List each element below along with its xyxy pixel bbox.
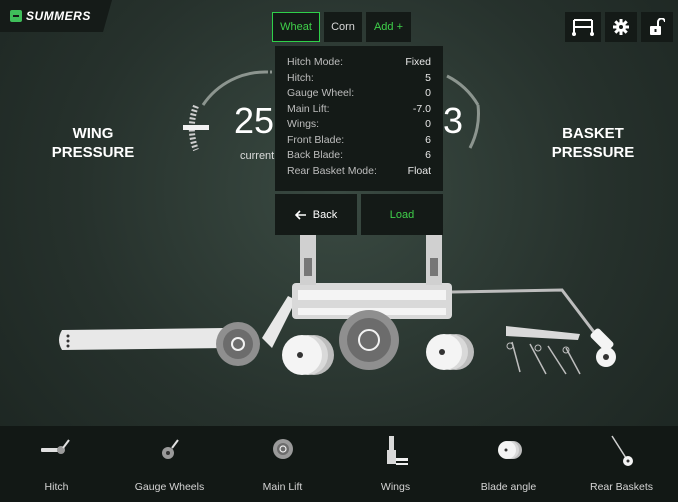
wing-label-line2: PRESSURE: [51, 144, 135, 161]
main-lift-icon: [272, 439, 293, 459]
preset-key: Back Blade:: [287, 149, 344, 161]
preset-row: Rear Basket Mode: Float: [287, 165, 431, 181]
preset-value: -7.0: [412, 102, 431, 115]
preset-key: Front Blade:: [287, 133, 345, 146]
wings-icon: [386, 436, 408, 465]
app-screen: SUMMERS Wheat Corn Add + WING PRESSURE 2…: [0, 0, 678, 502]
preset-row: Hitch: 5: [287, 72, 431, 88]
preset-value: 0: [425, 87, 431, 99]
logo-text: SUMMERS: [26, 9, 91, 23]
machine-icon: [572, 19, 594, 36]
arrow-left-icon: [294, 209, 306, 220]
preset-value: Fixed: [405, 56, 431, 68]
basket-label-line1: BASKET: [562, 125, 624, 142]
wing-current-label: current: [240, 150, 275, 162]
machine-view-button[interactable]: [565, 12, 601, 42]
preset-value: 5: [425, 71, 431, 84]
wing-pressure-label: WING PRESSURE: [48, 124, 138, 162]
blade-icon: [497, 441, 522, 459]
logo-mark-icon: [10, 10, 22, 22]
preset-row: Main Lift: -7.0: [287, 103, 431, 119]
nav-item-wings[interactable]: Wings: [339, 426, 452, 502]
preset-row: Hitch Mode: Fixed: [287, 56, 431, 72]
wing-label-line1: WING: [72, 125, 114, 142]
preset-key: Main Lift:: [287, 102, 330, 115]
hitch-icon: [40, 439, 70, 454]
preset-key: Rear Basket Mode:: [287, 164, 377, 177]
preset-value: 0: [425, 118, 431, 130]
preset-row: Gauge Wheel: 0: [287, 87, 431, 103]
load-button[interactable]: Load: [361, 194, 443, 235]
nav-label: Wings: [380, 481, 411, 493]
nav-label: Blade angle: [480, 481, 537, 493]
nav-label: Main Lift: [262, 481, 303, 493]
preset-key: Gauge Wheel:: [287, 87, 355, 99]
basket-icon: [610, 435, 633, 466]
unlock-button[interactable]: [641, 12, 673, 42]
unlock-icon: [650, 18, 665, 35]
preset-value: Float: [407, 164, 431, 177]
preset-key: Hitch Mode:: [287, 56, 344, 68]
back-button[interactable]: Back: [275, 194, 357, 235]
nav-item-hitch[interactable]: Hitch: [0, 426, 113, 502]
tines: [511, 341, 581, 375]
basket-label-line2: PRESSURE: [551, 144, 635, 161]
hitch-arm: [59, 328, 228, 350]
tab-corn[interactable]: Corn: [324, 12, 362, 42]
tab-add[interactable]: Add +: [366, 12, 411, 42]
preset-key: Wings:: [287, 118, 320, 130]
gear-icon: [613, 19, 629, 35]
back-blades: [426, 334, 474, 370]
preset-value: 6: [425, 149, 431, 161]
basket-pressure-label: BASKET PRESSURE: [548, 124, 638, 162]
nav-item-rear-baskets[interactable]: Rear Baskets: [565, 426, 678, 502]
wing-pressure-value: 25: [234, 100, 275, 141]
nav-item-gauge-wheels[interactable]: Gauge Wheels: [113, 426, 226, 502]
preset-key: Hitch:: [287, 71, 314, 84]
nav-label: Gauge Wheels: [134, 481, 205, 493]
bottom-nav: Hitch Gauge Wheels Main Lift Wings Blade…: [0, 426, 678, 502]
preset-value: 6: [425, 133, 431, 146]
gauge-wheel-icon: [161, 439, 179, 459]
nav-label: Hitch: [44, 481, 69, 493]
preset-row: Back Blade: 6: [287, 149, 431, 165]
wing-gauge-scale: [183, 104, 209, 152]
settings-button[interactable]: [605, 12, 637, 42]
front-blades: [282, 335, 334, 375]
preset-popup: Hitch Mode: Fixed Hitch: 5 Gauge Wheel: 0 M…: [275, 46, 443, 191]
summers-logo: SUMMERS: [0, 0, 112, 32]
basket-pressure-value: 3: [443, 100, 464, 141]
nav-item-blade-angle[interactable]: Blade angle: [452, 426, 565, 502]
nav-label: Rear Baskets: [589, 481, 654, 493]
preset-row: Front Blade: 6: [287, 134, 431, 150]
tab-wheat[interactable]: Wheat: [272, 12, 320, 42]
preset-row: Wings: 0: [287, 118, 431, 134]
back-label: Back: [312, 208, 338, 221]
nav-item-main-lift[interactable]: Main Lift: [226, 426, 339, 502]
